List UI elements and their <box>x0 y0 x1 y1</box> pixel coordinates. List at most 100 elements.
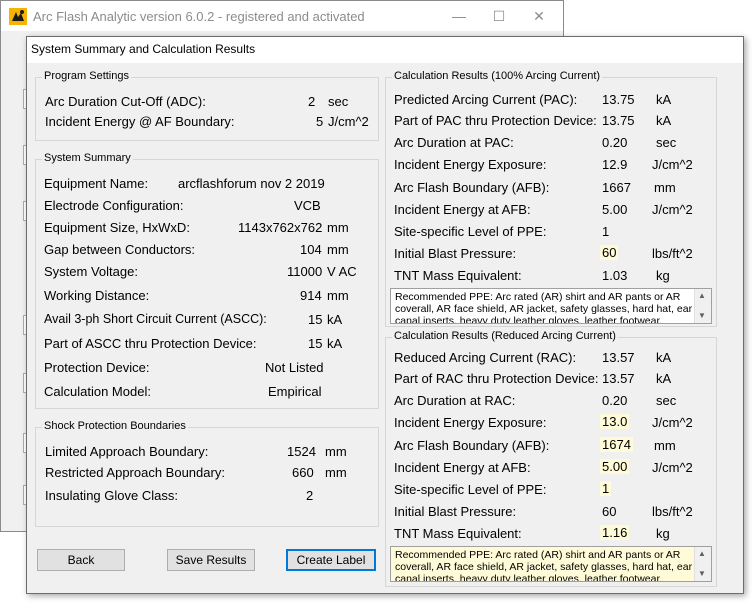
blast-pressure-label: Initial Blast Pressure: <box>394 504 517 519</box>
gap-label: Gap between Conductors: <box>44 242 196 257</box>
scroll-up-icon[interactable]: ▲ <box>698 290 706 302</box>
ascc-part-unit: kA <box>327 336 343 351</box>
equipment-size-unit: mm <box>327 220 349 235</box>
blast-pressure-unit: lbs/ft^2 <box>652 246 693 261</box>
blast-pressure-value: 60 <box>602 504 617 519</box>
group-title: Program Settings <box>42 70 131 82</box>
arc-duration-pac-value: 0.20 <box>602 135 628 150</box>
arc-duration-pac-unit: sec <box>656 135 677 150</box>
program-settings-group: Program Settings Arc Duration Cut-Off (A… <box>35 70 379 141</box>
restricted-approach-label: Restricted Approach Boundary: <box>45 465 225 480</box>
recommended-ppe-box[interactable]: Recommended PPE: Arc rated (AR) shirt an… <box>390 288 712 324</box>
afb-label: Arc Flash Boundary (AFB): <box>394 438 550 453</box>
shock-protection-group: Shock Protection Boundaries Limited Appr… <box>35 420 379 527</box>
system-voltage-value: 11000 <box>287 264 323 279</box>
ie-at-afb-label: Incident Energy at AFB: <box>394 460 531 475</box>
working-distance-label: Working Distance: <box>44 288 150 303</box>
rac-value: 13.57 <box>602 350 635 365</box>
protection-device-value: Not Listed <box>265 360 324 375</box>
incident-energy-value: 13.0 <box>600 414 630 429</box>
blast-pressure-value: 60 <box>600 245 619 260</box>
parent-titlebar: Arc Flash Analytic version 6.0.2 - regis… <box>1 1 563 31</box>
adc-unit: sec <box>328 94 349 109</box>
tnt-mass-label: TNT Mass Equivalent: <box>394 268 522 283</box>
ascc-part-value: 15 <box>308 336 323 351</box>
ie-at-afb-value: 5.00 <box>600 459 630 474</box>
close-button[interactable]: ✕ <box>519 5 559 27</box>
limited-approach-unit: mm <box>325 444 347 459</box>
ie-at-afb-unit: J/cm^2 <box>652 460 693 475</box>
system-voltage-label: System Voltage: <box>44 264 138 279</box>
results-reduced-group: Calculation Results (Reduced Arcing Curr… <box>385 330 717 587</box>
ppe-level-value: 1 <box>600 481 612 496</box>
limited-approach-label: Limited Approach Boundary: <box>45 444 209 459</box>
adc-label: Arc Duration Cut-Off (ADC): <box>45 94 206 109</box>
incident-energy-value: 12.9 <box>602 157 628 172</box>
save-results-button[interactable]: Save Results <box>167 549 255 571</box>
ppe-level-label: Site-specific Level of PPE: <box>394 482 547 497</box>
minimize-button[interactable]: — <box>439 5 479 27</box>
tnt-mass-unit: kg <box>656 268 670 283</box>
maximize-button[interactable]: ☐ <box>479 5 519 27</box>
afb-unit: mm <box>654 180 676 195</box>
parent-window-title: Arc Flash Analytic version 6.0.2 - regis… <box>33 9 365 24</box>
pac-part-unit: kA <box>656 113 672 128</box>
protection-device-label: Protection Device: <box>44 360 150 375</box>
ppe-level-label: Site-specific Level of PPE: <box>394 224 547 239</box>
pac-unit: kA <box>656 92 672 107</box>
blast-pressure-label: Initial Blast Pressure: <box>394 246 517 261</box>
afb-unit: mm <box>654 438 676 453</box>
afb-value: 1674 <box>600 437 633 452</box>
scroll-up-icon[interactable]: ▲ <box>698 548 706 560</box>
pac-value: 13.75 <box>602 92 635 107</box>
dialog-title: System Summary and Calculation Results <box>31 42 256 56</box>
group-title: Shock Protection Boundaries <box>42 420 188 432</box>
ie-at-afb-unit: J/cm^2 <box>652 202 693 217</box>
gap-value: 104 <box>300 242 322 257</box>
glove-class-value: 2 <box>306 488 314 503</box>
arc-duration-pac-label: Arc Duration at PAC: <box>394 135 514 150</box>
equipment-name-value: arcflashforum nov 2 2019 <box>178 176 325 191</box>
ascc-unit: kA <box>327 312 343 327</box>
group-title: Calculation Results (Reduced Arcing Curr… <box>392 330 618 342</box>
system-voltage-unit: V AC <box>327 264 357 279</box>
ppe-level-value: 1 <box>602 224 610 239</box>
ascc-value: 15 <box>308 312 323 327</box>
scrollbar[interactable]: ▲ ▼ <box>694 547 711 581</box>
ie-at-afb-value: 5.00 <box>602 202 628 217</box>
calculation-model-value: Empirical <box>268 384 322 399</box>
back-button[interactable]: Back <box>37 549 125 571</box>
rac-part-unit: kA <box>656 371 672 386</box>
recommended-ppe-text: Recommended PPE: Arc rated (AR) shirt an… <box>395 549 693 582</box>
group-title: Calculation Results (100% Arcing Current… <box>392 70 603 82</box>
incident-energy-label: Incident Energy Exposure: <box>394 157 547 172</box>
ie-boundary-value: 5 <box>316 114 324 129</box>
scroll-down-icon[interactable]: ▼ <box>698 310 706 322</box>
pac-label: Predicted Arcing Current (PAC): <box>394 92 578 107</box>
limited-approach-value: 1524 <box>287 444 316 459</box>
working-distance-value: 914 <box>300 288 322 303</box>
system-summary-group: System Summary Equipment Name: arcflashf… <box>35 152 379 409</box>
scroll-down-icon[interactable]: ▼ <box>698 568 706 580</box>
ascc-part-label: Part of ASCC thru Protection Device: <box>44 336 257 351</box>
group-title: System Summary <box>42 152 133 164</box>
electrode-config-label: Electrode Configuration: <box>44 198 184 213</box>
rac-part-label: Part of RAC thru Protection Device: <box>394 371 599 386</box>
gap-unit: mm <box>327 242 349 257</box>
pac-part-label: Part of PAC thru Protection Device: <box>394 113 597 128</box>
equipment-size-value: 1143x762x762 <box>238 220 323 235</box>
restricted-approach-unit: mm <box>325 465 347 480</box>
ie-at-afb-label: Incident Energy at AFB: <box>394 202 531 217</box>
incident-energy-label: Incident Energy Exposure: <box>394 415 547 430</box>
rac-label: Reduced Arcing Current (RAC): <box>394 350 577 365</box>
recommended-ppe-box[interactable]: Recommended PPE: Arc rated (AR) shirt an… <box>390 546 712 582</box>
blast-pressure-unit: lbs/ft^2 <box>652 504 693 519</box>
working-distance-unit: mm <box>327 288 349 303</box>
ie-boundary-unit: J/cm^2 <box>328 114 369 129</box>
scrollbar[interactable]: ▲ ▼ <box>694 289 711 323</box>
ascc-label: Avail 3-ph Short Circuit Current (ASCC): <box>44 312 267 326</box>
afb-value: 1667 <box>602 180 631 195</box>
arc-duration-rac-unit: sec <box>656 393 677 408</box>
create-label-button[interactable]: Create Label <box>286 549 376 571</box>
electrode-config-value: VCB <box>294 198 321 213</box>
